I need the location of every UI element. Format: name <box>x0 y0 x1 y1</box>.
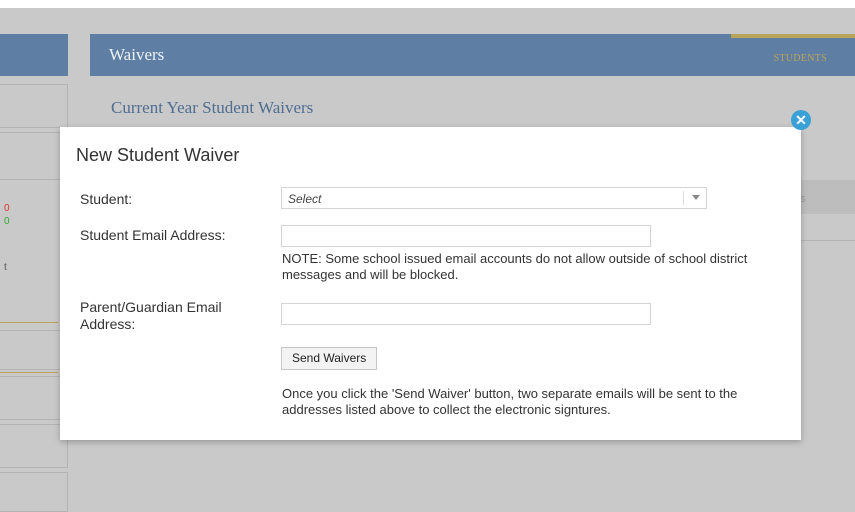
sidebar-status-mark-green: 0 <box>4 216 10 227</box>
sidebar-item[interactable] <box>0 84 68 128</box>
sidebar-item[interactable] <box>0 376 68 420</box>
page-subtitle: Current Year Student Waivers <box>111 98 314 117</box>
header-title: Waivers <box>109 45 165 64</box>
chevron-down-icon[interactable] <box>692 195 700 200</box>
student-label: Student: <box>80 191 133 207</box>
modal-title: New Student Waiver <box>76 145 240 165</box>
sidebar-item[interactable] <box>0 330 68 370</box>
top-strip <box>0 0 855 8</box>
email-note: NOTE: Some school issued email accounts … <box>282 251 748 282</box>
sidebar-item[interactable] <box>0 424 68 468</box>
student-select-value: Select <box>288 192 322 206</box>
student-email-label: Student Email Address: <box>80 227 226 243</box>
tab-active-indicator <box>731 34 855 38</box>
send-waivers-button[interactable]: Send Waivers <box>281 347 378 370</box>
sidebar-item[interactable] <box>0 472 68 512</box>
send-info-text: Once you click the 'Send Waiver' button,… <box>282 386 738 417</box>
sidebar-header <box>0 34 68 76</box>
page-header: Waivers STUDENTS <box>90 34 855 76</box>
new-student-waiver-modal: New Student Waiver Student: Select Stude… <box>60 110 811 440</box>
parent-email-input[interactable] <box>281 303 651 325</box>
sidebar-divider <box>0 372 58 373</box>
sidebar-text-fragment: t <box>4 262 7 273</box>
select-divider <box>683 191 684 205</box>
sidebar-divider <box>0 322 58 323</box>
tab-students[interactable]: STUDENTS <box>773 53 827 64</box>
close-icon[interactable]: ✕ <box>791 110 811 130</box>
sidebar-status-mark-red: 0 <box>4 203 10 214</box>
student-email-input[interactable] <box>281 225 651 247</box>
sidebar-item[interactable] <box>0 132 68 180</box>
student-select[interactable]: Select <box>281 187 707 209</box>
parent-email-label: Parent/Guardian Email Address: <box>80 299 222 332</box>
